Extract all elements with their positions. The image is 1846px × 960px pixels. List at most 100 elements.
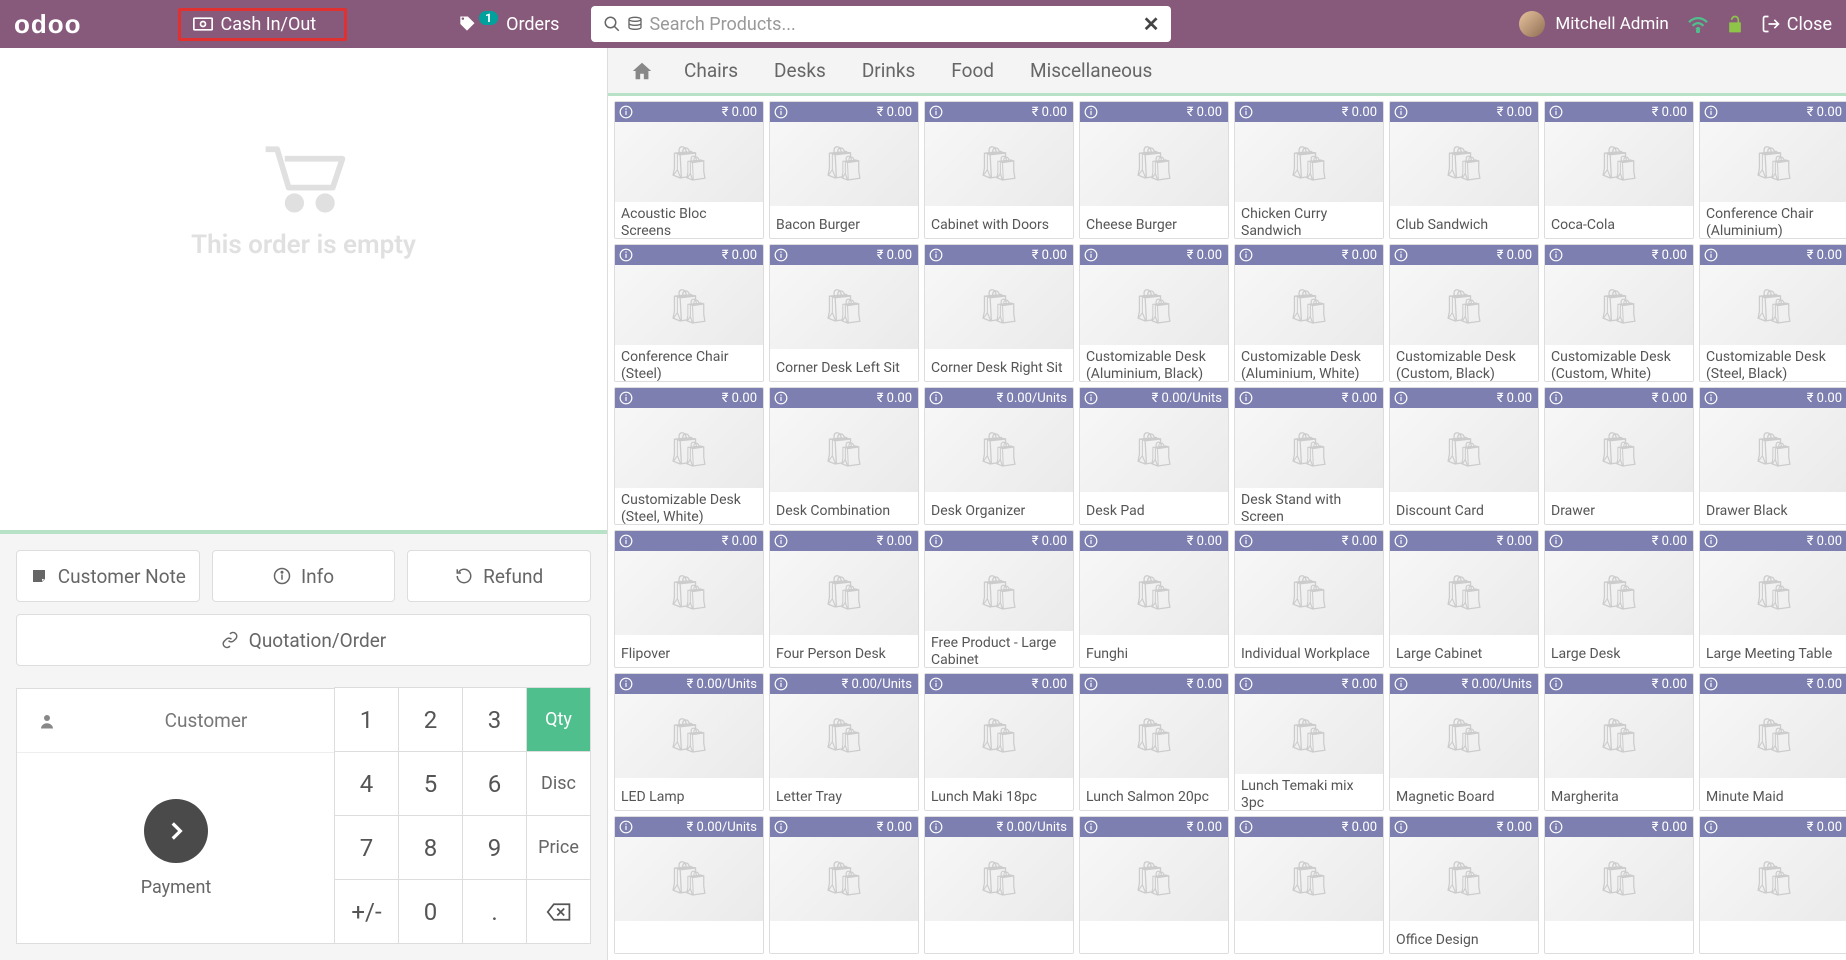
numkey-6[interactable]: 6 (462, 751, 527, 816)
customer-button[interactable]: Customer (17, 689, 335, 753)
product-card[interactable]: ₹ 0.00🛍Large Cabinet (1389, 530, 1539, 668)
numkey-9[interactable]: 9 (462, 815, 527, 880)
product-card[interactable]: ₹ 0.00🛍 (769, 816, 919, 954)
numkey-backspace[interactable] (526, 879, 591, 944)
info-icon[interactable] (1390, 674, 1412, 694)
info-icon[interactable] (615, 245, 637, 265)
product-card[interactable]: ₹ 0.00/Units🛍Desk Organizer (924, 387, 1074, 525)
product-card[interactable]: ₹ 0.00🛍Free Product - Large Cabinet (924, 530, 1074, 668)
product-card[interactable]: ₹ 0.00🛍Office Design (1389, 816, 1539, 954)
product-card[interactable]: ₹ 0.00🛍 (1699, 816, 1846, 954)
orders-button[interactable]: 1 Orders (443, 8, 573, 41)
user-menu[interactable]: Mitchell Admin (1519, 11, 1668, 37)
info-icon[interactable] (925, 531, 947, 551)
info-icon[interactable] (770, 388, 792, 408)
info-icon[interactable] (1700, 531, 1722, 551)
product-card[interactable]: ₹ 0.00🛍Coca-Cola (1544, 101, 1694, 239)
numkey-4[interactable]: 4 (334, 751, 399, 816)
quotation-order-button[interactable]: Quotation/Order (16, 614, 591, 666)
unlock-icon[interactable] (1725, 14, 1745, 34)
product-card[interactable]: ₹ 0.00🛍Individual Workplace (1234, 530, 1384, 668)
info-icon[interactable] (1545, 817, 1567, 837)
product-card[interactable]: ₹ 0.00🛍Club Sandwich (1389, 101, 1539, 239)
product-card[interactable]: ₹ 0.00🛍Drawer (1544, 387, 1694, 525)
payment-button[interactable]: Payment (17, 753, 335, 943)
product-card[interactable]: ₹ 0.00🛍Corner Desk Left Sit (769, 244, 919, 382)
info-icon[interactable] (1700, 388, 1722, 408)
info-button[interactable]: Info (212, 550, 396, 602)
customer-note-button[interactable]: Customer Note (16, 550, 200, 602)
product-card[interactable]: ₹ 0.00/Units🛍Desk Pad (1079, 387, 1229, 525)
info-icon[interactable] (1390, 245, 1412, 265)
product-card[interactable]: ₹ 0.00/Units🛍Letter Tray (769, 673, 919, 811)
close-button[interactable]: Close (1761, 14, 1832, 35)
info-icon[interactable] (615, 531, 637, 551)
product-card[interactable]: ₹ 0.00/Units🛍LED Lamp (614, 673, 764, 811)
info-icon[interactable] (1235, 245, 1257, 265)
category-tab[interactable]: Food (933, 49, 1012, 92)
info-icon[interactable] (1390, 102, 1412, 122)
product-card[interactable]: ₹ 0.00🛍Conference Chair (Aluminium) (1699, 101, 1846, 239)
info-icon[interactable] (1235, 531, 1257, 551)
category-tab[interactable]: Desks (756, 49, 844, 92)
clear-search-icon[interactable]: ✕ (1143, 12, 1160, 36)
product-card[interactable]: ₹ 0.00🛍Drawer Black (1699, 387, 1846, 525)
info-icon[interactable] (770, 102, 792, 122)
info-icon[interactable] (1545, 674, 1567, 694)
product-card[interactable]: ₹ 0.00🛍Lunch Salmon 20pc (1079, 673, 1229, 811)
numkey-0[interactable]: 0 (398, 879, 463, 944)
mode-qty[interactable]: Qty (526, 687, 591, 752)
product-card[interactable]: ₹ 0.00🛍Bacon Burger (769, 101, 919, 239)
info-icon[interactable] (1545, 245, 1567, 265)
info-icon[interactable] (770, 674, 792, 694)
info-icon[interactable] (1700, 245, 1722, 265)
product-card[interactable]: ₹ 0.00🛍Customizable Desk (Steel, Black) (1699, 244, 1846, 382)
product-card[interactable]: ₹ 0.00🛍Margherita (1544, 673, 1694, 811)
category-tab[interactable]: Miscellaneous (1012, 49, 1170, 92)
info-icon[interactable] (1080, 245, 1102, 265)
mode-price[interactable]: Price (526, 815, 591, 880)
info-icon[interactable] (1545, 531, 1567, 551)
product-card[interactable]: ₹ 0.00🛍Large Meeting Table (1699, 530, 1846, 668)
info-icon[interactable] (770, 817, 792, 837)
numkey-plusminus[interactable]: +/- (334, 879, 399, 944)
search-box[interactable]: ✕ (591, 6, 1171, 42)
product-card[interactable]: ₹ 0.00🛍 (1079, 816, 1229, 954)
product-card[interactable]: ₹ 0.00/Units🛍 (924, 816, 1074, 954)
product-card[interactable]: ₹ 0.00🛍Acoustic Bloc Screens (614, 101, 764, 239)
product-card[interactable]: ₹ 0.00🛍Conference Chair (Steel) (614, 244, 764, 382)
product-card[interactable]: ₹ 0.00🛍Corner Desk Right Sit (924, 244, 1074, 382)
product-card[interactable]: ₹ 0.00🛍Lunch Maki 18pc (924, 673, 1074, 811)
refund-button[interactable]: Refund (407, 550, 591, 602)
info-icon[interactable] (615, 817, 637, 837)
info-icon[interactable] (1545, 102, 1567, 122)
mode-disc[interactable]: Disc (526, 751, 591, 816)
product-card[interactable]: ₹ 0.00🛍Funghi (1079, 530, 1229, 668)
search-input[interactable] (649, 14, 1136, 35)
product-card[interactable]: ₹ 0.00🛍 (1544, 816, 1694, 954)
info-icon[interactable] (1390, 531, 1412, 551)
product-card[interactable]: ₹ 0.00🛍Desk Stand with Screen (1234, 387, 1384, 525)
info-icon[interactable] (1390, 388, 1412, 408)
product-card[interactable]: ₹ 0.00/Units🛍 (614, 816, 764, 954)
product-card[interactable]: ₹ 0.00🛍Lunch Temaki mix 3pc (1234, 673, 1384, 811)
product-card[interactable]: ₹ 0.00/Units🛍Magnetic Board (1389, 673, 1539, 811)
info-icon[interactable] (925, 245, 947, 265)
category-tab[interactable]: Drinks (844, 49, 933, 92)
info-icon[interactable] (925, 388, 947, 408)
product-card[interactable]: ₹ 0.00🛍Customizable Desk (Steel, White) (614, 387, 764, 525)
info-icon[interactable] (925, 102, 947, 122)
info-icon[interactable] (1080, 531, 1102, 551)
info-icon[interactable] (1390, 817, 1412, 837)
product-card[interactable]: ₹ 0.00🛍Cheese Burger (1079, 101, 1229, 239)
info-icon[interactable] (770, 245, 792, 265)
product-card[interactable]: ₹ 0.00🛍Cabinet with Doors (924, 101, 1074, 239)
info-icon[interactable] (1545, 388, 1567, 408)
product-card[interactable]: ₹ 0.00🛍Flipover (614, 530, 764, 668)
category-tab[interactable]: Chairs (666, 49, 756, 92)
product-card[interactable]: ₹ 0.00🛍Customizable Desk (Custom, Black) (1389, 244, 1539, 382)
info-icon[interactable] (615, 674, 637, 694)
numkey-2[interactable]: 2 (398, 687, 463, 752)
product-card[interactable]: ₹ 0.00🛍Discount Card (1389, 387, 1539, 525)
info-icon[interactable] (1235, 388, 1257, 408)
